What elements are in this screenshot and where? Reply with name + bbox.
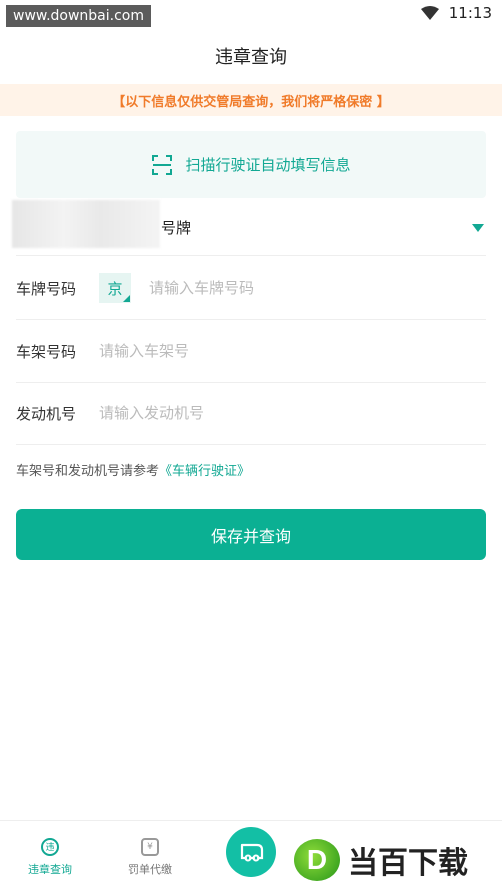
dropdown-arrow-icon[interactable] [472,224,484,232]
plate-number-row: 车牌号码 京 [16,257,486,320]
plate-type-label: 号牌 [161,219,192,237]
reference-hint: 车架号和发动机号请参考《车辆行驶证》 [16,460,250,479]
ticket-icon: ¥ [141,837,159,856]
frame-number-input[interactable] [99,342,486,360]
privacy-notice: 【以下信息仅供交管局查询，我们将严格保密 】 [0,84,502,116]
scan-icon [152,154,173,175]
engine-number-row: 发动机号 [16,382,486,445]
title-bar: 违章查询 [0,30,502,82]
province-selector[interactable]: 京 [99,273,131,303]
frame-number-row: 车架号码 [16,320,486,383]
engine-number-label: 发动机号 [16,404,77,423]
scan-label: 扫描行驶证自动填写信息 [185,156,351,174]
plate-type-selector[interactable]: 号牌 [12,200,486,256]
tab-label: 罚单代缴 [128,862,172,876]
frame-number-label: 车架号码 [16,342,77,361]
violation-icon: 违 [41,837,59,856]
license-reference-link[interactable]: 《车辆行驶证》 [159,464,250,479]
engine-number-input[interactable] [99,404,486,422]
status-right: 11:13 [420,4,492,22]
page-title: 违章查询 [215,47,287,68]
tab-label: 违章查询 [28,862,72,876]
status-time: 11:13 [448,4,492,22]
watermark-top: www.downbai.com [6,5,151,27]
tab-ticket-payment[interactable]: ¥ 罚单代缴 [108,821,192,892]
brand-logo: D [294,839,340,881]
save-and-query-button[interactable]: 保存并查询 [16,509,486,560]
tab-violation-query[interactable]: 违 违章查询 [8,821,92,892]
wifi-icon [420,6,439,20]
brand-watermark: D 当百下载 [294,838,468,882]
plate-number-input[interactable] [149,279,486,297]
blurred-region [12,200,160,248]
hint-text: 车架号和发动机号请参考 [16,464,160,479]
brand-text: 当百下载 [348,846,468,881]
plate-number-label: 车牌号码 [16,279,77,298]
car-center-button[interactable] [226,827,276,877]
scan-license-button[interactable]: 扫描行驶证自动填写信息 [16,131,486,198]
car-icon [240,843,264,862]
status-bar: www.downbai.com 11:13 [0,0,502,30]
